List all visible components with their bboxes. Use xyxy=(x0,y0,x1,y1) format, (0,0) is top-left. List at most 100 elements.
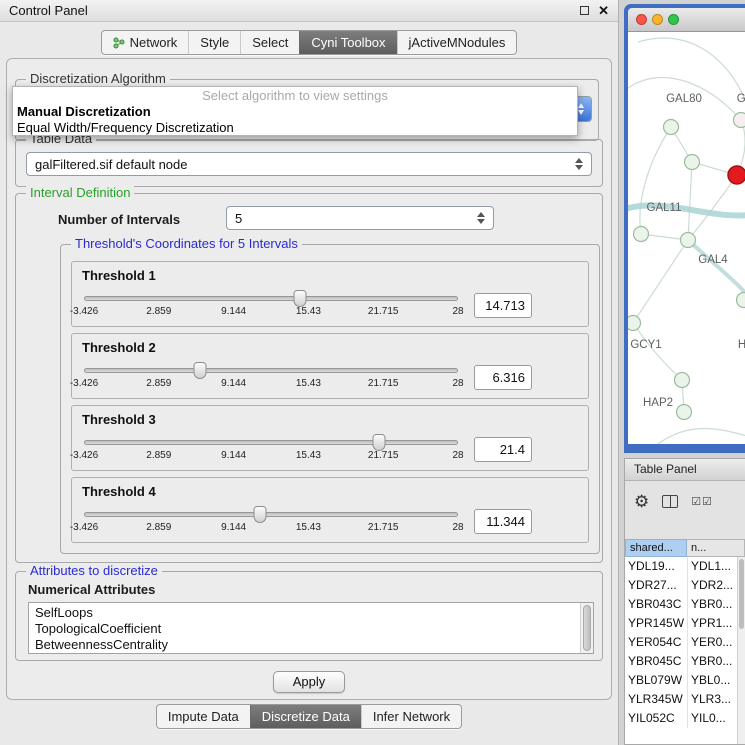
table-row[interactable]: YIL052C YIL0... xyxy=(625,709,745,728)
dropdown-option-manual-discretization[interactable]: Manual Discretization xyxy=(13,104,577,120)
cell[interactable]: YPR145W xyxy=(625,614,687,633)
number-of-intervals-stepper-icon[interactable] xyxy=(473,212,489,224)
cell[interactable]: YDR27... xyxy=(625,576,687,595)
slider-thumb[interactable] xyxy=(293,290,306,307)
discretization-algorithm-group-label: Discretization Algorithm xyxy=(26,71,170,87)
tab-select[interactable]: Select xyxy=(240,31,299,54)
table-row[interactable]: YBR045C YBR0... xyxy=(625,652,745,671)
slider-thumb[interactable] xyxy=(193,362,206,379)
scrollbar-thumb[interactable] xyxy=(739,559,744,629)
tab-impute-data[interactable]: Impute Data xyxy=(157,705,250,728)
cell[interactable]: YBR043C xyxy=(625,595,687,614)
network-node[interactable] xyxy=(681,233,696,248)
numerical-attributes-list: SelfLoops TopologicalCoefficient Between… xyxy=(28,602,594,654)
minimize-traffic-icon[interactable] xyxy=(652,14,663,25)
network-canvas[interactable]: GAL80 GA GAL11 GAL4 GCY1 H HAP2 xyxy=(628,32,745,444)
network-node[interactable] xyxy=(685,155,700,170)
highlighted-edge[interactable] xyxy=(688,240,745,304)
table-data-combobox-value: galFiltered.sif default node xyxy=(27,157,571,172)
table-data-stepper-icon[interactable] xyxy=(571,158,587,170)
tab-infer-network-label: Infer Network xyxy=(373,709,450,724)
node-label: GCY1 xyxy=(630,339,661,351)
attributes-list-scrollbar[interactable] xyxy=(580,603,593,653)
tab-cyni-toolbox[interactable]: Cyni Toolbox xyxy=(299,31,396,54)
slider-track[interactable] xyxy=(84,440,458,445)
algorithm-dropdown-popup: Select algorithm to view settings Manual… xyxy=(12,86,578,136)
cell[interactable]: YBL079W xyxy=(625,671,687,690)
tick-label: 28 xyxy=(452,378,463,389)
tick-label: -3.426 xyxy=(70,522,98,533)
cell[interactable]: YLR345W xyxy=(625,690,687,709)
network-node[interactable] xyxy=(628,316,641,331)
cell[interactable]: YDL19... xyxy=(625,557,687,576)
tab-jactivemnodules[interactable]: jActiveMNodules xyxy=(397,31,517,54)
tick-label: -3.426 xyxy=(70,378,98,389)
network-window-titlebar xyxy=(628,8,745,32)
slider-track[interactable] xyxy=(84,296,458,301)
cell[interactable]: YIL052C xyxy=(625,709,687,728)
slider-track[interactable] xyxy=(84,512,458,517)
network-node[interactable] xyxy=(677,405,692,420)
network-node[interactable] xyxy=(634,227,649,242)
network-node[interactable] xyxy=(664,120,679,135)
bottom-tabbar: Impute Data Discretize Data Infer Networ… xyxy=(0,704,618,729)
threshold-3-value-field[interactable] xyxy=(474,437,532,462)
interval-definition-group-label: Interval Definition xyxy=(26,185,134,201)
select-columns-checkboxes-icon[interactable]: ☑☑ xyxy=(691,495,713,508)
threshold-4-value-field[interactable] xyxy=(474,509,532,534)
table-row[interactable]: YBL079W YBL0... xyxy=(625,671,745,690)
float-window-icon[interactable] xyxy=(580,6,589,15)
threshold-4-box: Threshold 4 -3.426 2.859 9.144 15.43 21.… xyxy=(71,477,589,543)
slider-thumb[interactable] xyxy=(253,506,266,523)
tick-label: -3.426 xyxy=(70,306,98,317)
slider-thumb[interactable] xyxy=(373,434,386,451)
scrollbar-thumb[interactable] xyxy=(583,605,591,651)
table-data-combobox[interactable]: galFiltered.sif default node xyxy=(26,152,592,176)
columns-icon[interactable] xyxy=(662,495,678,508)
table-header-row: shared... n... xyxy=(625,539,745,557)
tick-label: 2.859 xyxy=(146,378,171,389)
settings-gear-icon[interactable]: ⚙ xyxy=(634,493,649,510)
tick-label: -3.426 xyxy=(70,450,98,461)
cell[interactable]: YER054C xyxy=(625,633,687,652)
number-of-intervals-combobox[interactable]: 5 xyxy=(226,206,494,230)
threshold-1-slider[interactable]: -3.426 2.859 9.144 15.43 21.715 28 xyxy=(84,290,458,320)
table-scrollbar[interactable] xyxy=(737,557,745,744)
threshold-2-slider[interactable]: -3.426 2.859 9.144 15.43 21.715 28 xyxy=(84,362,458,392)
column-header-shared-name[interactable]: shared... xyxy=(625,539,687,557)
close-traffic-icon[interactable] xyxy=(636,14,647,25)
list-item[interactable]: TopologicalCoefficient xyxy=(35,621,593,637)
tab-style[interactable]: Style xyxy=(188,31,240,54)
network-node[interactable] xyxy=(675,373,690,388)
apply-button[interactable]: Apply xyxy=(273,671,345,693)
network-icon xyxy=(113,37,125,49)
cell[interactable]: YBR045C xyxy=(625,652,687,671)
close-icon[interactable]: ✕ xyxy=(598,4,609,17)
table-row[interactable]: YPR145W YPR1... xyxy=(625,614,745,633)
tick-label: 9.144 xyxy=(221,306,246,317)
column-header-name[interactable]: n... xyxy=(687,539,745,557)
list-item[interactable]: SelfLoops xyxy=(35,605,593,621)
threshold-4-slider[interactable]: -3.426 2.859 9.144 15.43 21.715 28 xyxy=(84,506,458,536)
table-row[interactable]: YLR345W YLR3... xyxy=(625,690,745,709)
selected-network-node[interactable] xyxy=(728,166,745,184)
threshold-2-value-field[interactable] xyxy=(474,365,532,390)
dropdown-option-equal-width-frequency[interactable]: Equal Width/Frequency Discretization xyxy=(13,120,577,136)
tab-select-label: Select xyxy=(252,35,288,50)
table-row[interactable]: YER054C YER0... xyxy=(625,633,745,652)
network-node[interactable] xyxy=(737,293,745,308)
slider-track[interactable] xyxy=(84,368,458,373)
node-label: GAL11 xyxy=(647,202,682,214)
network-node[interactable] xyxy=(734,113,745,128)
table-row[interactable]: YDR27... YDR2... xyxy=(625,576,745,595)
table-row[interactable]: YDL19... YDL1... xyxy=(625,557,745,576)
tab-discretize-data[interactable]: Discretize Data xyxy=(250,705,361,728)
table-row[interactable]: YBR043C YBR0... xyxy=(625,595,745,614)
tab-impute-data-label: Impute Data xyxy=(168,709,239,724)
threshold-3-slider[interactable]: -3.426 2.859 9.144 15.43 21.715 28 xyxy=(84,434,458,464)
list-item[interactable]: BetweennessCentrality xyxy=(35,637,593,653)
tab-infer-network[interactable]: Infer Network xyxy=(361,705,461,728)
threshold-1-value-field[interactable] xyxy=(474,293,532,318)
tab-network[interactable]: Network xyxy=(102,31,189,54)
zoom-traffic-icon[interactable] xyxy=(668,14,679,25)
